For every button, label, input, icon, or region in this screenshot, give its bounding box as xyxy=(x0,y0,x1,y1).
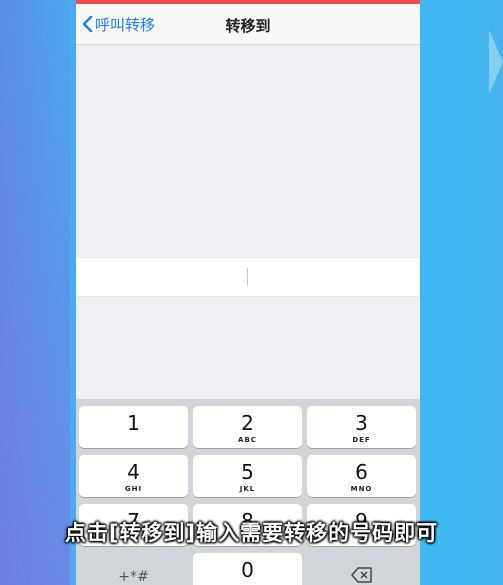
key-1[interactable]: 1 xyxy=(79,406,188,448)
key-letters: GHI xyxy=(124,485,143,493)
number-input-field[interactable] xyxy=(76,257,420,297)
key-digit: 5 xyxy=(241,460,254,484)
text-cursor xyxy=(247,268,248,286)
key-4[interactable]: 4 GHI xyxy=(79,455,188,497)
key-letters: MNO xyxy=(350,485,373,493)
page-title: 转移到 xyxy=(225,17,271,35)
key-3[interactable]: 3 DEF xyxy=(307,406,416,448)
key-digit: 2 xyxy=(241,411,254,435)
key-letters: ABC xyxy=(238,436,257,444)
phone-screen: 呼叫转移 转移到 1 2 ABC 3 DEF 4 GHI 5 JKL 6 MNO… xyxy=(76,0,420,585)
key-digit: 1 xyxy=(127,411,140,435)
key-2[interactable]: 2 ABC xyxy=(193,406,302,448)
arrow-right-icon xyxy=(489,30,503,94)
key-symbols[interactable]: +*# xyxy=(79,553,188,585)
key-letters: JKL xyxy=(239,485,256,493)
key-digit: 6 xyxy=(355,460,368,484)
key-digit: +*# xyxy=(118,569,149,585)
video-caption: 点击[转移到]输入需要转移的号码即可 xyxy=(64,521,439,545)
navigation-bar: 呼叫转移 转移到 xyxy=(76,4,420,45)
backspace-icon xyxy=(350,567,372,583)
key-letters: DEF xyxy=(352,436,371,444)
key-5[interactable]: 5 JKL xyxy=(193,455,302,497)
background-gradient xyxy=(0,0,70,585)
content-area xyxy=(76,45,420,257)
key-6[interactable]: 6 MNO xyxy=(307,455,416,497)
key-digit: 3 xyxy=(355,411,368,435)
delete-button[interactable] xyxy=(307,553,416,585)
numeric-keypad: 1 2 ABC 3 DEF 4 GHI 5 JKL 6 MNO 7 8 9 +*… xyxy=(76,399,420,585)
key-digit: 0 xyxy=(241,558,254,582)
key-digit: 4 xyxy=(127,460,140,484)
key-0[interactable]: 0 xyxy=(193,553,302,585)
